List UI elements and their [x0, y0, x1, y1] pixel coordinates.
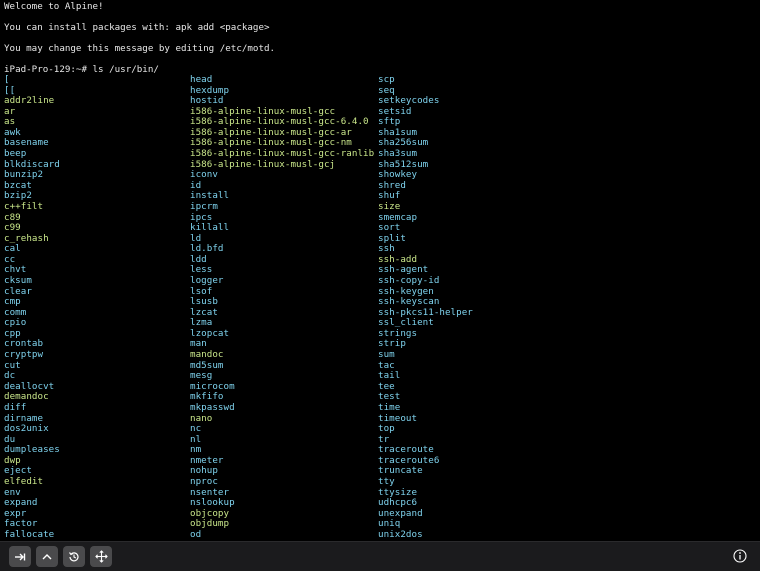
listing-entry: size	[378, 200, 401, 212]
listing-entry: c++filt	[4, 200, 44, 212]
tab-key-icon	[14, 552, 26, 562]
motd-edit-hint: You may change this message by editing /…	[4, 43, 276, 54]
listing-column-2: head hexdump hostid i586-alpine-linux-musl-…	[190, 74, 374, 540]
listing-entry: od	[190, 528, 202, 540]
control-key-button[interactable]	[36, 546, 58, 567]
listing-entry: md5sum	[190, 359, 224, 371]
listing-entry: nl	[190, 433, 202, 445]
directory-listing: [[[addr2line ar as awk basename beep blkdiscar…	[4, 74, 754, 541]
info-icon	[733, 548, 747, 567]
listing-entry: diff	[4, 401, 27, 413]
move-cursor-icon	[94, 550, 108, 563]
listing-entry: cksum	[4, 274, 32, 286]
listing-entry: unix2dos	[378, 528, 423, 540]
tab-key-button[interactable]	[9, 546, 31, 567]
listing-entry: killall	[190, 222, 230, 234]
history-button[interactable]	[63, 546, 85, 567]
listing-entry: lzopcat	[190, 327, 230, 339]
listing-entry: objdump	[190, 518, 230, 530]
control-key-icon	[41, 552, 53, 562]
listing-entry: lzcat	[190, 306, 218, 318]
history-icon	[68, 551, 80, 563]
listing-entry: head	[190, 74, 213, 85]
info-button[interactable]	[732, 548, 748, 567]
terminal-screen[interactable]: Welcome to Alpine! You can install packa…	[0, 0, 760, 541]
listing-column-3: scp seq setkeycodes setsid sftp sha1sum sha256…	[378, 74, 473, 540]
listing-entry: nc	[190, 423, 202, 435]
listing-entry: tty	[378, 475, 395, 487]
listing-entry: logger	[190, 274, 224, 286]
motd-install-hint: You can install packages with: apk add <…	[4, 22, 270, 33]
motd-welcome: Welcome to Alpine!	[4, 1, 104, 12]
listing-entry: mkpasswd	[190, 401, 235, 413]
command-prompt: iPad-Pro-129:~# ls /usr/bin/	[4, 64, 159, 75]
listing-entry: nano	[190, 412, 213, 424]
listing-entry: elfedit	[4, 475, 44, 487]
listing-entry: scp	[378, 74, 395, 85]
listing-entry: ipcrm	[190, 200, 218, 212]
listing-entry: nproc	[190, 475, 218, 487]
move-cursor-button[interactable]	[90, 546, 112, 567]
keyboard-toolbar	[0, 541, 760, 571]
listing-column-1: [[[addr2line ar as awk basename beep blkdiscar…	[4, 74, 60, 540]
listing-entry: iconv	[190, 169, 218, 181]
listing-entry: time	[378, 401, 401, 413]
listing-entry: top	[378, 423, 395, 435]
listing-entry: ldd	[190, 253, 207, 265]
listing-entry: ld.bfd	[190, 243, 224, 255]
listing-entry: fallocate	[4, 528, 55, 540]
listing-entry: ssh-copy-id	[378, 274, 440, 286]
listing-entry: [	[4, 74, 10, 85]
